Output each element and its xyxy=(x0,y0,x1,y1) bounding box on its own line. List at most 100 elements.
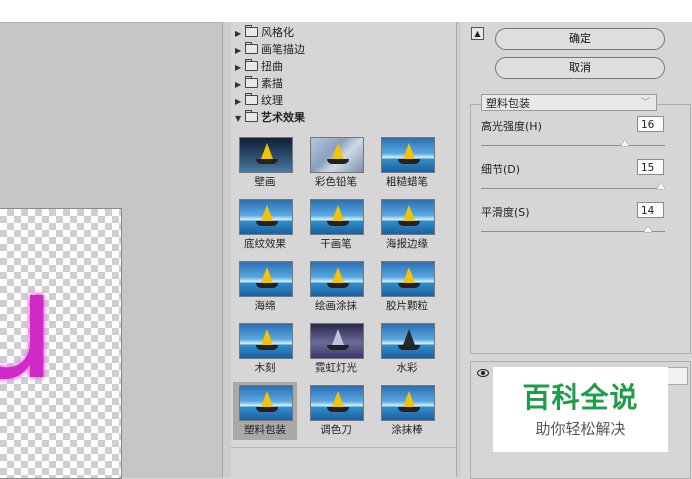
filter-select[interactable]: 塑料包装 ﹀ xyxy=(481,94,657,111)
param-slider-track[interactable] xyxy=(481,231,665,232)
filter-thumbnail-label: 彩色铅笔 xyxy=(315,176,357,188)
filter-thumbnail[interactable]: 霓虹灯光 xyxy=(304,320,368,378)
param-slider-track[interactable] xyxy=(481,145,665,146)
cancel-button[interactable]: 取消 xyxy=(495,57,665,79)
filter-thumbnail-label: 木刻 xyxy=(254,362,276,374)
sailboat-hull xyxy=(398,221,420,226)
filter-preview-image xyxy=(310,385,364,421)
param-label: 细节(D) xyxy=(481,163,521,176)
sailboat-hull xyxy=(327,345,349,350)
filter-folder-label: 画笔描边 xyxy=(261,43,305,56)
filter-preview-image xyxy=(239,137,293,173)
folder-icon xyxy=(245,59,258,71)
folder-open-icon xyxy=(245,110,258,122)
param-value-input[interactable]: 16 xyxy=(637,116,664,132)
filter-thumbnail-label: 壁画 xyxy=(254,176,276,188)
filter-folder[interactable]: ▶ 风格化 xyxy=(235,24,294,41)
filter-thumbnail[interactable]: 调色刀 xyxy=(304,382,368,440)
filter-folder[interactable]: ▶ 扭曲 xyxy=(235,58,283,75)
filter-thumbnail[interactable]: 海报边缘 xyxy=(375,196,439,254)
triangle-right-icon[interactable]: ▶ xyxy=(235,42,245,59)
eye-icon[interactable] xyxy=(477,369,489,377)
filter-thumbnail-label: 水彩 xyxy=(396,362,418,374)
filter-thumbnail-label: 干画笔 xyxy=(320,238,352,250)
filter-thumbnail-label: 霓虹灯光 xyxy=(315,362,357,374)
filter-preview-image xyxy=(239,323,293,359)
sailboat-hull xyxy=(256,345,278,350)
filter-thumbnail[interactable]: 塑料包装 xyxy=(233,382,297,440)
filter-thumbnail[interactable]: 水彩 xyxy=(375,320,439,378)
filter-thumbnail[interactable]: 底纹效果 xyxy=(233,196,297,254)
filter-thumbnail-label: 海绵 xyxy=(254,300,276,312)
filter-thumbnail-label: 海报边缘 xyxy=(386,238,428,250)
filter-thumbnail[interactable]: 胶片颗粒 xyxy=(375,258,439,316)
filter-preview-image xyxy=(239,199,293,235)
triangle-right-icon[interactable]: ▶ xyxy=(235,59,245,76)
triangle-right-icon[interactable]: ▶ xyxy=(235,25,245,42)
param-value-input[interactable]: 14 xyxy=(637,202,664,218)
triangle-right-icon[interactable]: ▶ xyxy=(235,93,245,110)
folder-icon xyxy=(245,93,258,105)
filter-thumbnail[interactable]: 彩色铅笔 xyxy=(304,134,368,192)
sailboat-hull xyxy=(327,221,349,226)
filter-gallery: ▶ 风格化 ▶ 画笔描边 ▶ 扭曲 ▶ 素描 ▶ 纹理 ▼ 艺术效果 壁画 彩色铅笔 粗糙蜡笔底纹效果 干画… xyxy=(231,22,456,477)
filter-folder[interactable]: ▶ 素描 xyxy=(235,75,283,92)
collapse-gallery-icon[interactable]: ▲ xyxy=(471,27,484,40)
sailboat-sail xyxy=(332,267,344,283)
chevron-down-icon: ﹀ xyxy=(640,98,650,108)
sailboat-sail xyxy=(403,143,415,159)
param-slider-thumb[interactable] xyxy=(621,140,629,146)
param-label: 平滑度(S) xyxy=(481,206,530,219)
filter-preview-image xyxy=(239,385,293,421)
filter-folder-label: 扭曲 xyxy=(261,60,283,73)
filter-preview-image xyxy=(381,261,435,297)
filter-settings-box xyxy=(470,104,691,354)
folder-icon xyxy=(245,76,258,88)
sailboat-sail xyxy=(332,391,344,407)
filter-folder-label: 纹理 xyxy=(261,94,283,107)
param-slider-thumb[interactable] xyxy=(644,226,653,232)
filter-thumbnail[interactable]: 绘画涂抹 xyxy=(304,258,368,316)
filter-thumbnail-label: 涂抹棒 xyxy=(391,424,423,436)
folder-icon xyxy=(245,42,258,54)
filter-thumbnail[interactable]: 干画笔 xyxy=(304,196,368,254)
sailboat-sail xyxy=(261,391,273,407)
watermark-logo: 百科全说 助你轻松解决 xyxy=(493,367,668,452)
triangle-right-icon[interactable]: ▶ xyxy=(235,76,245,93)
top-bar xyxy=(0,0,692,22)
filter-thumbnail[interactable]: 涂抹棒 xyxy=(375,382,439,440)
filter-folder-label: 艺术效果 xyxy=(261,111,305,124)
filter-folder[interactable]: ▼ 艺术效果 xyxy=(235,109,305,126)
sailboat-sail xyxy=(403,391,415,407)
sailboat-hull xyxy=(327,407,349,412)
filter-thumbnail-label: 塑料包装 xyxy=(244,424,286,436)
filter-preview-image xyxy=(381,323,435,359)
sailboat-hull xyxy=(256,283,278,288)
filter-preview-image xyxy=(381,385,435,421)
filter-preview-image xyxy=(381,199,435,235)
param-value-input[interactable]: 15 xyxy=(637,159,664,175)
sailboat-hull xyxy=(256,221,278,226)
gallery-footer xyxy=(231,447,456,478)
filter-thumbnail-label: 粗糙蜡笔 xyxy=(386,176,428,188)
param-slider-track[interactable] xyxy=(481,188,665,189)
ok-button[interactable]: 确定 xyxy=(495,28,665,50)
sailboat-sail xyxy=(403,205,415,221)
filter-thumbnail[interactable]: 壁画 xyxy=(233,134,297,192)
filter-preview-image xyxy=(310,137,364,173)
sailboat-hull xyxy=(398,283,420,288)
watermark-subtitle: 助你轻松解决 xyxy=(535,420,626,438)
filter-thumbnail-label: 胶片颗粒 xyxy=(386,300,428,312)
filter-folder[interactable]: ▶ 纹理 xyxy=(235,92,283,109)
filter-folder-label: 素描 xyxy=(261,77,283,90)
preview-canvas[interactable]: u xyxy=(0,208,122,479)
sailboat-hull xyxy=(256,159,278,164)
filter-folder-label: 风格化 xyxy=(261,26,294,39)
param-slider-thumb[interactable] xyxy=(657,183,665,189)
filter-folder[interactable]: ▶ 画笔描边 xyxy=(235,41,305,58)
triangle-down-icon[interactable]: ▼ xyxy=(235,110,245,127)
filter-thumbnail[interactable]: 木刻 xyxy=(233,320,297,378)
filter-thumbnail[interactable]: 海绵 xyxy=(233,258,297,316)
filter-preview-image xyxy=(239,261,293,297)
filter-thumbnail[interactable]: 粗糙蜡笔 xyxy=(375,134,439,192)
